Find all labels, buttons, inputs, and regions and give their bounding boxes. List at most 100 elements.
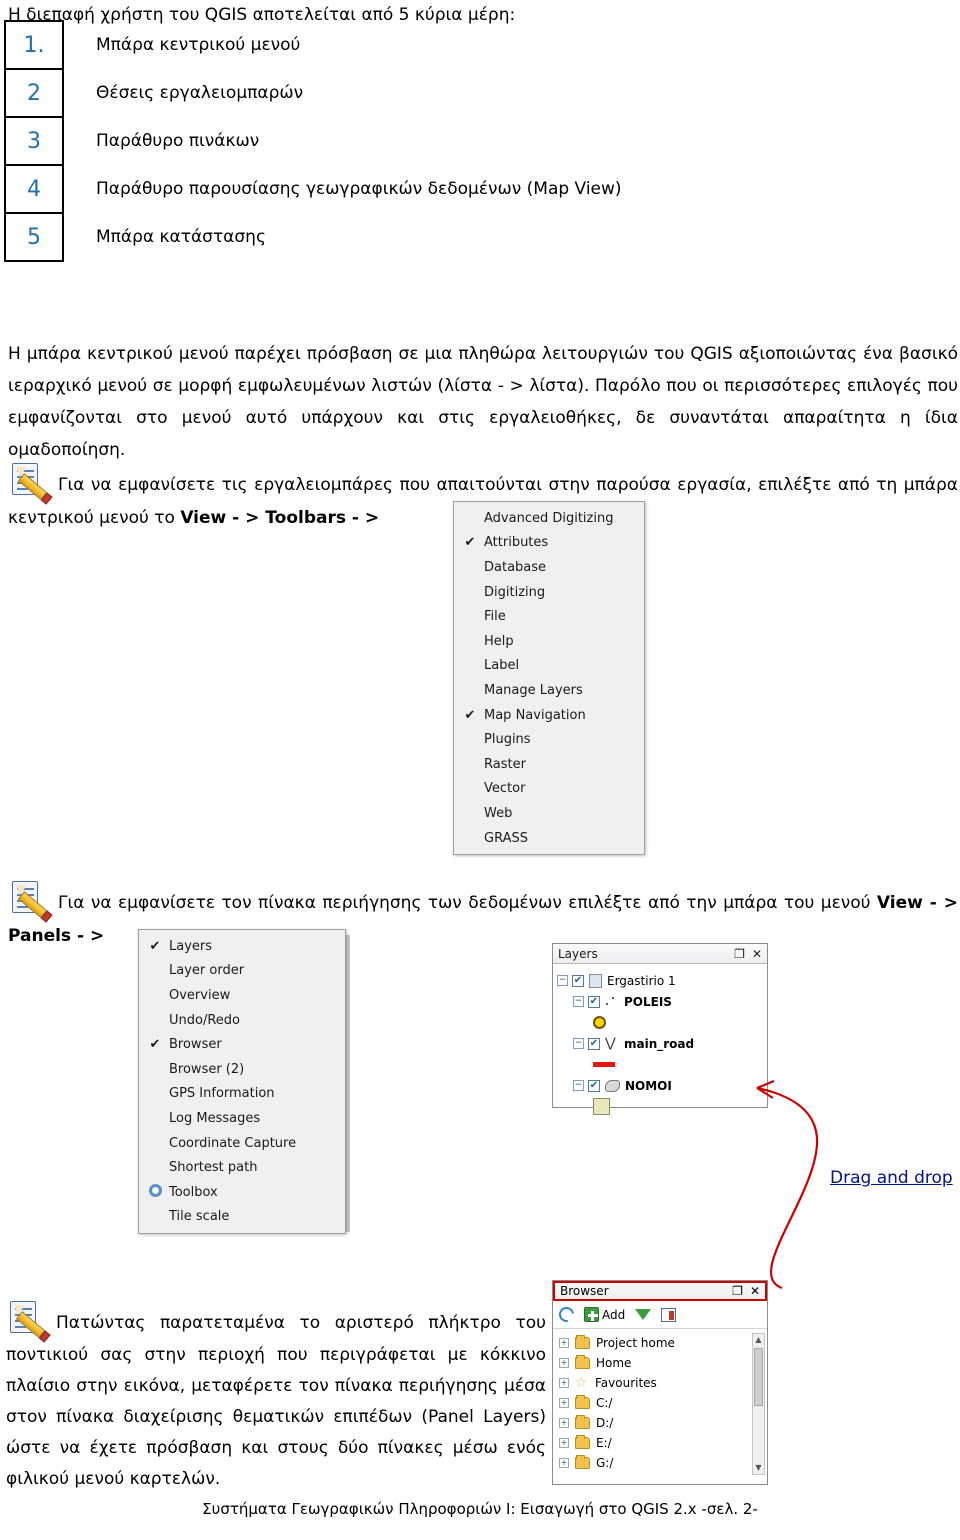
polygon-symbol-icon bbox=[593, 1098, 610, 1115]
menu-item-label: Browser bbox=[169, 1037, 222, 1053]
toolbars-dropdown-menu[interactable]: Advanced Digitizing ✔ Attributes Database… bbox=[453, 501, 645, 856]
menu-item-layers[interactable]: ✔ Layers bbox=[141, 934, 343, 959]
layer-item-group[interactable]: − ✔ Ergastirio 1 bbox=[557, 970, 763, 991]
menu-item-label: Label bbox=[484, 658, 520, 674]
menu-item-vector[interactable]: Vector bbox=[456, 777, 642, 802]
properties-button[interactable] bbox=[661, 1307, 677, 1322]
menu-item-label: Raster bbox=[484, 756, 526, 772]
browser-item-label: C:/ bbox=[596, 1396, 613, 1410]
expand-icon[interactable]: + bbox=[559, 1338, 569, 1348]
menu-item-browser-2[interactable]: Browser (2) bbox=[141, 1057, 343, 1082]
collapse-icon[interactable]: − bbox=[573, 996, 584, 1007]
browser-scrollbar[interactable]: ▲ ▼ bbox=[752, 1333, 765, 1475]
scroll-down-icon[interactable]: ▼ bbox=[753, 1462, 764, 1474]
layer-item-line[interactable]: − ✔ ⋁ main_road bbox=[557, 1033, 763, 1054]
menu-item-file[interactable]: File bbox=[456, 604, 642, 629]
visibility-checkbox[interactable]: ✔ bbox=[588, 1037, 600, 1050]
layers-panel-titlebar[interactable]: Layers ❐ ✕ bbox=[553, 944, 767, 964]
menu-item-plugins[interactable]: Plugins bbox=[456, 727, 642, 752]
folder-icon bbox=[575, 1355, 590, 1369]
menu-item-label: Overview bbox=[169, 987, 231, 1003]
toolbars-menu-path: View - > Toolbars - > bbox=[180, 508, 380, 528]
scrollbar-thumb[interactable] bbox=[754, 1348, 763, 1406]
layer-item-point[interactable]: − ✔ POLEIS bbox=[557, 991, 763, 1012]
browser-panel[interactable]: Browser ❐ ✕ Add + Project home + Home + ☆ Fa… bbox=[552, 1280, 768, 1485]
table-row: 3 Παράθυρο πινάκων bbox=[4, 116, 624, 166]
expand-icon[interactable]: + bbox=[559, 1418, 569, 1428]
collapse-icon[interactable]: − bbox=[573, 1080, 584, 1091]
layer-item-polygon[interactable]: − ✔ NOMOI bbox=[557, 1075, 763, 1096]
browser-item-mssql[interactable]: MSSQL bbox=[555, 1473, 765, 1477]
add-button[interactable]: Add bbox=[584, 1307, 625, 1322]
menu-item-manage-layers[interactable]: Manage Layers bbox=[456, 678, 642, 703]
layer-symbol-row bbox=[557, 1054, 763, 1075]
folder-icon bbox=[575, 1335, 590, 1349]
refresh-icon bbox=[556, 1304, 577, 1325]
browser-item-label: G:/ bbox=[596, 1456, 614, 1470]
browser-panel-titlebar[interactable]: Browser ❐ ✕ bbox=[553, 1281, 767, 1301]
menu-item-label: Attributes bbox=[484, 535, 549, 551]
menu-item-browser[interactable]: ✔ Browser bbox=[141, 1032, 343, 1057]
menu-item-gps-information[interactable]: GPS Information bbox=[141, 1082, 343, 1107]
browser-item-e-drive[interactable]: + E:/ bbox=[555, 1433, 765, 1453]
paragraph-main-menu: Η μπάρα κεντρικού μενού παρέχει πρόσβαση… bbox=[8, 344, 958, 460]
menu-item-layer-order[interactable]: Layer order bbox=[141, 959, 343, 984]
menu-item-shortest-path[interactable]: Shortest path bbox=[141, 1155, 343, 1180]
browser-item-d-drive[interactable]: + D:/ bbox=[555, 1413, 765, 1433]
filter-button[interactable] bbox=[635, 1309, 652, 1320]
menu-item-advanced-digitizing[interactable]: Advanced Digitizing bbox=[456, 506, 642, 531]
visibility-checkbox[interactable]: ✔ bbox=[572, 974, 584, 987]
menu-item-log-messages[interactable]: Log Messages bbox=[141, 1106, 343, 1131]
browser-item-favourites[interactable]: + ☆ Favourites bbox=[555, 1373, 765, 1393]
folder-icon bbox=[575, 1435, 590, 1449]
layer-symbol-row bbox=[557, 1012, 763, 1033]
expand-icon[interactable]: + bbox=[559, 1458, 569, 1468]
menu-item-coordinate-capture[interactable]: Coordinate Capture bbox=[141, 1131, 343, 1156]
menu-item-attributes[interactable]: ✔ Attributes bbox=[456, 531, 642, 556]
panels-dropdown-menu[interactable]: ✔ Layers Layer order Overview Undo/Redo ✔… bbox=[138, 929, 346, 1235]
close-icon[interactable]: ✕ bbox=[752, 948, 762, 960]
part-number-3: 3 bbox=[4, 116, 64, 166]
menu-item-overview[interactable]: Overview bbox=[141, 983, 343, 1008]
menu-item-toolbox[interactable]: Toolbox bbox=[141, 1180, 343, 1205]
menu-item-help[interactable]: Help bbox=[456, 629, 642, 654]
menu-item-label: Layer order bbox=[169, 963, 245, 979]
menu-item-tile-scale[interactable]: Tile scale bbox=[141, 1205, 343, 1230]
collapse-icon[interactable]: − bbox=[573, 1038, 584, 1049]
float-icon[interactable]: ❐ bbox=[734, 948, 745, 960]
menu-item-database[interactable]: Database bbox=[456, 555, 642, 580]
browser-item-g-drive[interactable]: + G:/ bbox=[555, 1453, 765, 1473]
browser-item-c-drive[interactable]: + C:/ bbox=[555, 1393, 765, 1413]
menu-item-label[interactable]: Label bbox=[456, 654, 642, 679]
menu-item-label: Vector bbox=[484, 781, 526, 797]
scroll-up-icon[interactable]: ▲ bbox=[753, 1334, 764, 1346]
expand-icon[interactable]: + bbox=[559, 1378, 569, 1388]
browser-tree[interactable]: + Project home + Home + ☆ Favourites + C:/ + D… bbox=[553, 1329, 767, 1477]
menu-item-label: Undo/Redo bbox=[169, 1012, 240, 1028]
menu-item-raster[interactable]: Raster bbox=[456, 752, 642, 777]
drag-and-drop-label: Drag and drop bbox=[830, 1168, 953, 1188]
menu-item-map-navigation[interactable]: ✔ Map Navigation bbox=[456, 703, 642, 728]
float-icon[interactable]: ❐ bbox=[732, 1284, 743, 1298]
polygon-layer-icon bbox=[605, 1079, 620, 1092]
menu-item-undo-redo[interactable]: Undo/Redo bbox=[141, 1008, 343, 1033]
visibility-checkbox[interactable]: ✔ bbox=[588, 995, 600, 1008]
browser-item-home[interactable]: + Home bbox=[555, 1353, 765, 1373]
expand-icon[interactable]: + bbox=[559, 1398, 569, 1408]
collapse-icon[interactable]: − bbox=[557, 975, 568, 986]
close-icon[interactable]: ✕ bbox=[750, 1284, 760, 1298]
filter-icon bbox=[635, 1309, 652, 1320]
menu-item-web[interactable]: Web bbox=[456, 801, 642, 826]
browser-item-label: Home bbox=[596, 1356, 632, 1370]
refresh-button[interactable] bbox=[556, 1304, 577, 1325]
menu-item-label: Plugins bbox=[484, 732, 531, 748]
line-layer-icon: ⋁ bbox=[605, 1035, 616, 1051]
expand-icon[interactable]: + bbox=[559, 1438, 569, 1448]
browser-toolbar[interactable]: Add bbox=[553, 1301, 767, 1329]
visibility-checkbox[interactable]: ✔ bbox=[588, 1079, 600, 1092]
menu-item-digitizing[interactable]: Digitizing bbox=[456, 580, 642, 605]
browser-item-label: E:/ bbox=[596, 1436, 612, 1450]
menu-item-grass[interactable]: GRASS bbox=[456, 826, 642, 851]
browser-item-project-home[interactable]: + Project home bbox=[555, 1333, 765, 1353]
expand-icon[interactable]: + bbox=[559, 1358, 569, 1368]
